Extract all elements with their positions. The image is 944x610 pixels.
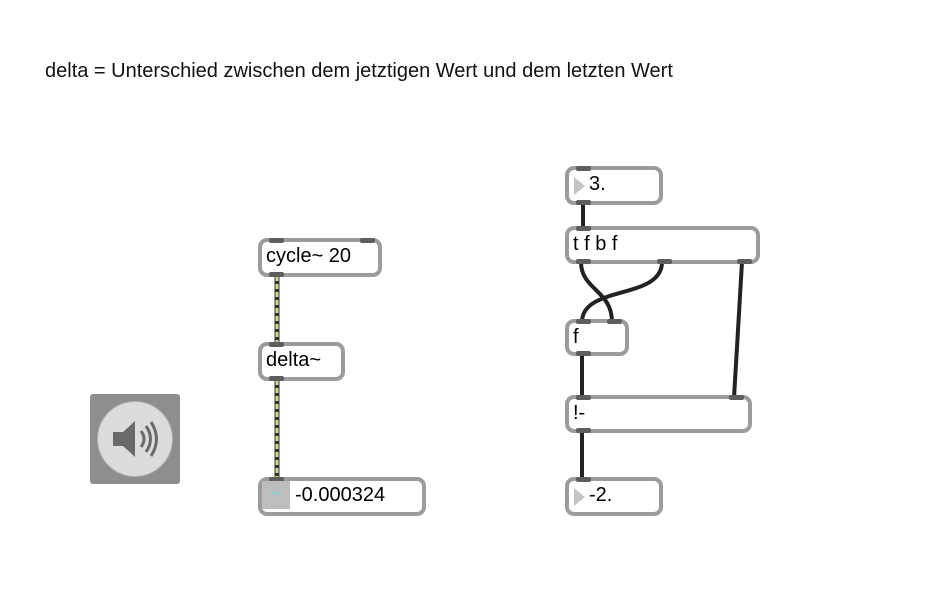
audio-on-off-button[interactable]: [90, 394, 180, 484]
outlet[interactable]: [576, 259, 591, 264]
outlet[interactable]: [269, 376, 284, 381]
signal-wave-icon: ~: [262, 481, 290, 509]
object-label: delta~: [266, 349, 322, 371]
outlet[interactable]: [576, 428, 591, 433]
object-label: f: [573, 326, 579, 348]
cycle-object[interactable]: cycle~ 20: [258, 238, 382, 277]
outlet[interactable]: [657, 259, 672, 264]
inlet[interactable]: [576, 319, 591, 324]
number-value: -2.: [589, 484, 613, 506]
outlet[interactable]: [576, 200, 591, 205]
inlet[interactable]: [576, 226, 591, 231]
inlet[interactable]: [269, 238, 284, 243]
reverse-minus-object[interactable]: !-: [565, 395, 752, 433]
inlet[interactable]: [576, 166, 591, 171]
inlet[interactable]: [576, 477, 591, 482]
number-triangle-icon: [574, 488, 585, 506]
signal-number-box[interactable]: ~ -0.000324: [258, 477, 426, 516]
trigger-object[interactable]: t f b f: [565, 226, 760, 264]
speaker-icon: [113, 421, 158, 457]
inlet[interactable]: [269, 342, 284, 347]
float-number-output[interactable]: -2.: [565, 477, 663, 516]
object-label: !-: [573, 402, 586, 424]
number-triangle-icon: [574, 177, 585, 195]
object-label: cycle~ 20: [266, 245, 352, 267]
object-label: t f b f: [573, 233, 618, 255]
inlet[interactable]: [607, 319, 622, 324]
outlet[interactable]: [269, 272, 284, 277]
cord-trigger-mid-store-left[interactable]: [580, 261, 664, 323]
inlet[interactable]: [729, 395, 744, 400]
number-value: 3.: [589, 173, 606, 195]
float-store-object[interactable]: f: [565, 319, 629, 356]
number-value: -0.000324: [295, 484, 386, 506]
outlet[interactable]: [737, 259, 752, 264]
inlet[interactable]: [576, 395, 591, 400]
inlet[interactable]: [360, 238, 375, 243]
speaker-disc: [97, 401, 173, 477]
cord-trigger-right-rminus-right[interactable]: [732, 261, 744, 399]
float-number-input[interactable]: 3.: [565, 166, 663, 205]
outlet[interactable]: [576, 351, 591, 356]
patch-cords: [274, 203, 744, 481]
delta-object[interactable]: delta~: [258, 342, 345, 381]
